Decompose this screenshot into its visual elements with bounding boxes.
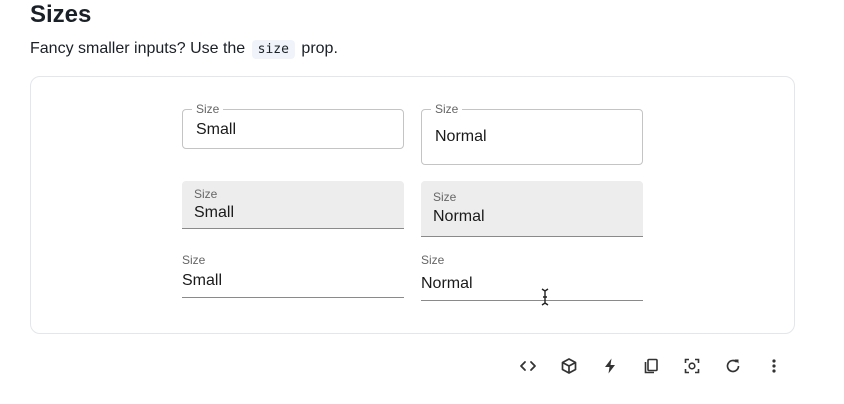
outlined-normal-input[interactable]: Size Normal — [421, 102, 643, 165]
standard-small-input[interactable]: Size Small — [182, 252, 404, 298]
outlined-small-label: Size — [192, 102, 224, 116]
outlined-small-input[interactable]: Size Small — [182, 102, 404, 149]
bolt-icon[interactable] — [598, 354, 622, 378]
standard-normal-label: Size — [421, 253, 445, 267]
demo-toolbar — [0, 354, 844, 378]
reload-icon[interactable] — [721, 354, 745, 378]
desc-text-after: prop. — [301, 40, 338, 57]
outlined-small-value: Small — [196, 121, 237, 138]
demo-container — [30, 76, 795, 334]
filled-normal-input[interactable]: Size Normal — [421, 181, 643, 237]
cube-icon[interactable] — [557, 354, 581, 378]
filled-normal-value: Normal — [433, 208, 485, 225]
standard-small-value: Small — [182, 272, 223, 289]
more-vert-icon[interactable] — [762, 354, 786, 378]
copy-icon[interactable] — [639, 354, 663, 378]
section-description: Fancy smaller inputs? Use the size prop. — [30, 38, 338, 61]
desc-text-before: Fancy smaller inputs? Use the — [30, 40, 246, 57]
code-icon[interactable] — [516, 354, 540, 378]
section-title: Sizes — [30, 1, 92, 28]
filled-normal-label: Size — [433, 190, 457, 204]
outlined-normal-label: Size — [431, 102, 463, 116]
desc-code: size — [251, 40, 295, 59]
screenshot-icon[interactable] — [680, 354, 704, 378]
filled-small-value: Small — [194, 204, 235, 221]
standard-normal-input[interactable]: Size Normal — [421, 252, 643, 301]
outlined-normal-value: Normal — [435, 128, 487, 145]
filled-small-input[interactable]: Size Small — [182, 181, 404, 229]
filled-small-label: Size — [194, 187, 218, 201]
standard-small-label: Size — [182, 253, 206, 267]
standard-normal-value: Normal — [421, 275, 473, 292]
text-cursor-icon — [541, 288, 549, 306]
